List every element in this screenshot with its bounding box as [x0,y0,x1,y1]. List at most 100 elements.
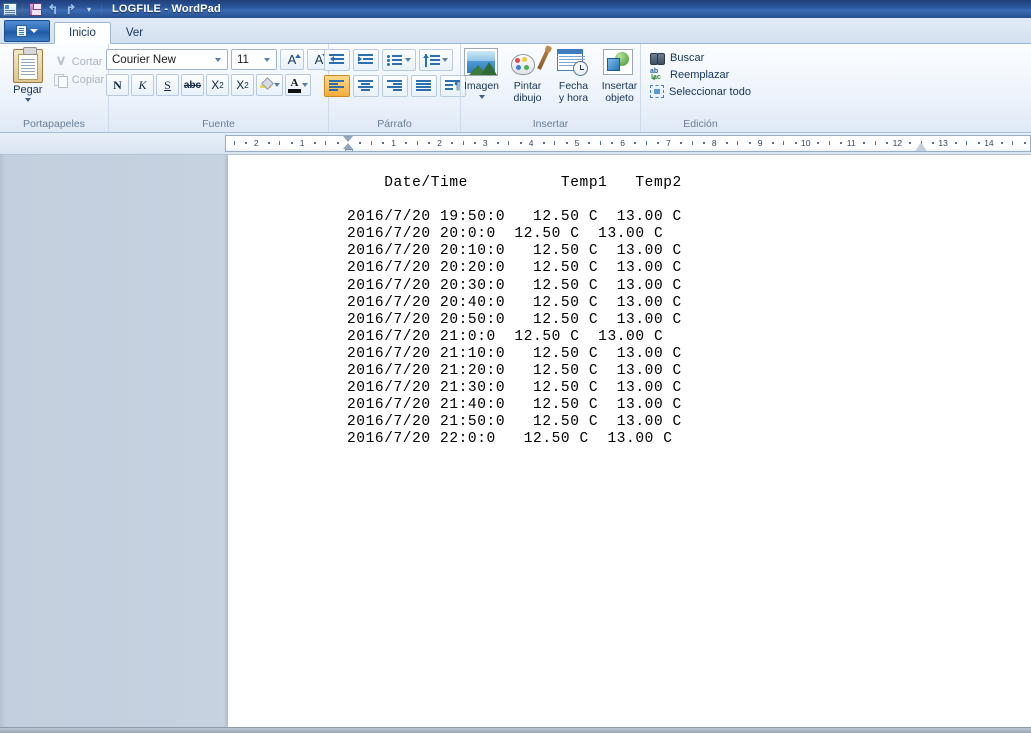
horizontal-ruler[interactable]: 21123456789101112131415 [225,135,1031,152]
text-highlight-button[interactable] [256,74,283,96]
find-button[interactable]: Buscar [650,51,751,64]
ruler-tick-mark [543,142,545,144]
scissors-icon [54,55,68,69]
text-color-button[interactable]: A [285,74,311,96]
tab-ver[interactable]: Ver [111,22,158,43]
paint-drawing-label-1: Pintar [514,81,541,93]
align-right-button[interactable] [382,75,408,97]
insert-picture-button[interactable]: Imagen [460,49,504,104]
chevron-down-icon [479,95,485,99]
align-left-button[interactable] [324,75,350,97]
insert-object-icon [603,49,637,79]
font-family-select[interactable]: Courier New [106,49,228,70]
wordpad-app-icon[interactable] [2,1,18,17]
align-center-button[interactable] [353,75,379,97]
select-all-button[interactable]: Seleccionar todo [650,85,751,98]
save-icon[interactable] [27,1,43,17]
date-time-icon [557,49,591,79]
ruler-tick-mark [817,142,819,144]
ruler-tick-label: 1 [300,138,305,148]
strikethrough-button[interactable]: abc [181,74,204,96]
ruler-tick-mark [932,142,934,144]
ruler-tick-mark [749,142,751,144]
ruler-tick-mark [783,141,784,145]
tab-inicio-label: Inicio [69,27,96,39]
ruler-tick-label: 3 [483,138,488,148]
undo-icon[interactable]: ↰ [45,1,61,17]
ruler-tick-label: 6 [620,138,625,148]
underline-button[interactable]: S [156,74,179,96]
ruler-tick-mark [371,141,372,145]
replace-label: Reemplazar [670,69,729,81]
chevron-down-icon [442,58,448,62]
align-right-icon [387,80,402,92]
left-indent-marker[interactable] [343,136,354,152]
replace-icon: ab↳ac [650,68,665,81]
document-page[interactable]: Date/Time Temp1 Temp2 2016/7/20 19:50:0 … [228,155,1031,727]
date-time-label-2: y hora [559,93,588,105]
cut-button[interactable]: Cortar [54,55,104,69]
ruler-tick-mark [325,141,326,145]
ruler-tick-mark [382,142,384,144]
customize-qat-chevron-down-icon[interactable]: ▾ [81,1,97,17]
subscript-digit: 2 [219,81,223,90]
qat-separator-2 [101,3,102,16]
decrease-indent-button[interactable] [324,49,350,71]
insert-picture-label: Imagen [464,81,499,93]
paragraph-settings-icon: ¶ [445,80,461,92]
subscript-button[interactable]: X2 [206,74,229,96]
ruler-tick-label: 10 [801,138,810,148]
binoculars-icon [650,51,665,64]
superscript-button[interactable]: X2 [231,74,254,96]
cut-label: Cortar [72,56,103,68]
replace-button[interactable]: ab↳ac Reemplazar [650,68,751,81]
insert-object-button[interactable]: Insertar objeto [598,49,642,104]
document-work-area: Date/Time Temp1 Temp2 2016/7/20 19:50:0 … [0,155,1031,733]
increase-indent-button[interactable] [353,49,379,71]
app-menu-button[interactable] [4,20,50,42]
ruler-tick-mark [634,142,636,144]
copy-button[interactable]: Copiar [54,73,104,87]
insert-object-label-1: Insertar [602,81,638,93]
ruler-tick-mark [863,142,865,144]
ruler-tick-mark [268,142,270,144]
picture-icon [465,49,499,79]
document-text[interactable]: Date/Time Temp1 Temp2 2016/7/20 19:50:0 … [347,175,682,449]
ribbon-group-editing: Buscar ab↳ac Reemplazar Seleccionar todo… [640,44,760,132]
align-center-icon [358,80,373,92]
chevron-down-icon [405,58,411,62]
date-time-button[interactable]: Fecha y hora [552,49,596,104]
bold-button[interactable]: N [106,74,129,96]
bullets-button[interactable] [382,49,416,71]
line-spacing-button[interactable] [419,49,453,71]
clipboard-group-label: Portapapeles [4,116,104,132]
justify-button[interactable] [411,75,437,97]
increase-indent-icon [358,54,373,66]
chevron-down-icon [30,29,38,33]
tab-inicio[interactable]: Inicio [54,22,111,44]
paint-drawing-button[interactable]: Pintar dibujo [506,49,550,104]
ruler-tick-label: 5 [575,138,580,148]
superscript-label: X [236,78,244,92]
ruler-tick-mark [978,142,980,144]
ribbon-group-clipboard: Pegar Cortar Copiar Portapapeles [0,44,108,132]
ruler-tick-mark [279,141,280,145]
ribbon: Pegar Cortar Copiar Portapapeles [0,44,1031,133]
ruler-tick-mark [646,141,647,145]
window-bottom-border [0,727,1031,733]
italic-button[interactable]: K [131,74,154,96]
redo-icon[interactable]: ↱ [63,1,79,17]
ruler-tick-mark [428,142,430,144]
qat-separator-1 [22,3,23,16]
font-size-select[interactable]: 11 [231,49,277,70]
chevron-down-icon [25,98,31,102]
select-all-label: Seleccionar todo [669,86,751,98]
chevron-down-icon [274,83,280,87]
right-indent-marker[interactable] [916,143,926,151]
grow-font-button[interactable]: A [280,49,304,70]
font-color-icon: A [288,78,301,93]
paste-button[interactable]: Pegar [4,49,52,102]
ruler-tick-mark [405,142,407,144]
align-left-icon [329,80,344,92]
wordpad-window: ↰ ↱ ▾ LOGFILE - WordPad Inicio Ver [0,0,1031,733]
